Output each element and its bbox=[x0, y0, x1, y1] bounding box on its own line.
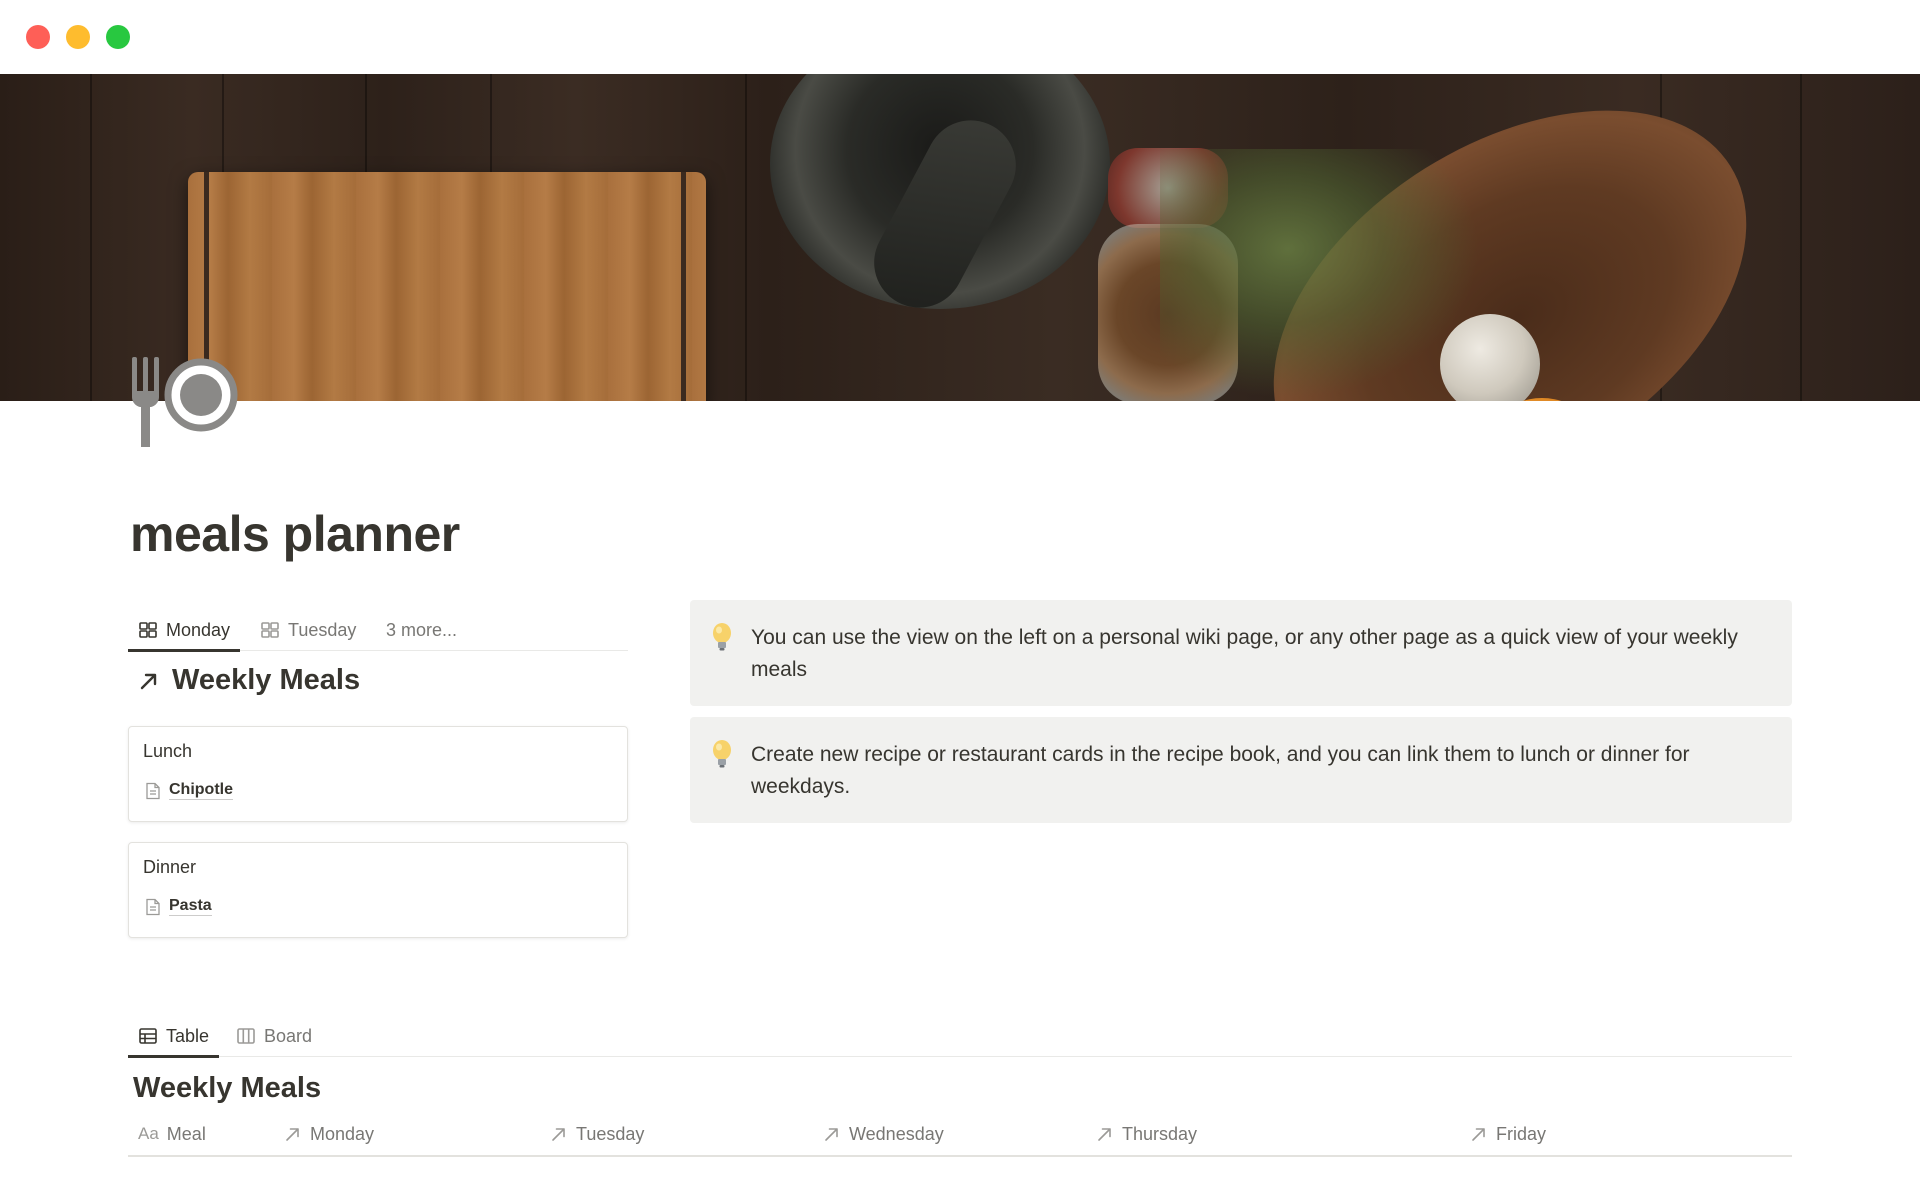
close-window-button[interactable] bbox=[26, 25, 50, 49]
linked-database-title-text: Weekly Meals bbox=[172, 664, 361, 696]
tab-more-views[interactable]: 3 more... bbox=[386, 609, 457, 651]
gallery-card-lunch[interactable]: Lunch Chipotle bbox=[128, 726, 628, 822]
cutting-board bbox=[188, 172, 706, 401]
callout-text: You can use the view on the left on a pe… bbox=[751, 626, 1738, 681]
lightbulb-icon bbox=[713, 740, 731, 768]
database-title[interactable]: Weekly Meals bbox=[133, 1072, 321, 1105]
column-header-wednesday[interactable]: Wednesday bbox=[823, 1114, 944, 1154]
tab-monday[interactable]: Monday bbox=[128, 609, 241, 652]
window-titlebar bbox=[0, 0, 1920, 74]
linked-view-tabs: Monday Tuesday 3 more... bbox=[128, 609, 628, 652]
tab-label: Board bbox=[264, 1025, 313, 1046]
lightbulb-icon bbox=[713, 623, 731, 651]
gallery-icon bbox=[139, 622, 157, 638]
fork-and-plate-icon[interactable] bbox=[128, 355, 240, 451]
column-header-label: Monday bbox=[310, 1123, 375, 1144]
card-title: Dinner bbox=[143, 857, 197, 877]
database-view-tabs: Table Board bbox=[128, 1015, 1792, 1058]
card-relation-link[interactable]: Chipotle bbox=[145, 781, 233, 800]
callout-text: Create new recipe or restaurant cards in… bbox=[751, 743, 1690, 798]
column-header-label: Wednesday bbox=[849, 1123, 944, 1144]
column-header-label: Tuesday bbox=[576, 1123, 645, 1144]
card-link-text: Chipotle bbox=[169, 781, 233, 800]
tab-table[interactable]: Table bbox=[128, 1015, 220, 1058]
minimize-window-button[interactable] bbox=[66, 25, 90, 49]
gallery-card-dinner[interactable]: Dinner Pasta bbox=[128, 842, 628, 938]
relation-arrow-icon bbox=[286, 1128, 299, 1141]
page-icon bbox=[146, 782, 160, 799]
page-icon bbox=[146, 898, 160, 915]
linked-database-title[interactable]: Weekly Meals bbox=[138, 664, 360, 697]
column-header-label: Thursday bbox=[1122, 1123, 1198, 1144]
card-relation-link[interactable]: Pasta bbox=[145, 897, 212, 916]
column-header-label: Meal bbox=[166, 1123, 206, 1144]
maximize-window-button[interactable] bbox=[106, 25, 130, 49]
tab-tuesday[interactable]: Tuesday bbox=[260, 609, 356, 651]
tab-label: Tuesday bbox=[288, 619, 357, 640]
column-header-thursday[interactable]: Thursday bbox=[1096, 1114, 1197, 1154]
page-title[interactable]: meals planner bbox=[130, 505, 460, 563]
table-icon bbox=[139, 1028, 157, 1044]
column-header-label: Friday bbox=[1496, 1123, 1547, 1144]
rosemary-sprig bbox=[1160, 149, 1480, 399]
gallery-icon bbox=[261, 622, 279, 638]
tab-board[interactable]: Board bbox=[236, 1015, 312, 1057]
relation-arrow-icon bbox=[552, 1128, 565, 1141]
column-header-meal[interactable]: Aa Meal bbox=[138, 1114, 206, 1154]
tab-label: Monday bbox=[166, 619, 231, 640]
cover-image[interactable] bbox=[0, 74, 1920, 401]
tab-label: 3 more... bbox=[386, 619, 458, 640]
column-header-monday[interactable]: Monday bbox=[284, 1114, 374, 1154]
column-header-friday[interactable]: Friday bbox=[1470, 1114, 1546, 1154]
card-title: Lunch bbox=[143, 741, 193, 761]
callout-block[interactable]: Create new recipe or restaurant cards in… bbox=[690, 717, 1792, 823]
callout-block[interactable]: You can use the view on the left on a pe… bbox=[690, 600, 1792, 706]
relation-arrow-icon bbox=[825, 1128, 838, 1141]
title-property-icon: Aa bbox=[138, 1124, 159, 1143]
tab-label: Table bbox=[166, 1025, 210, 1046]
relation-arrow-icon bbox=[140, 673, 157, 689]
relation-arrow-icon bbox=[1098, 1128, 1111, 1141]
relation-arrow-icon bbox=[1472, 1128, 1485, 1141]
board-icon bbox=[237, 1028, 255, 1044]
card-link-text: Pasta bbox=[169, 897, 212, 916]
column-header-tuesday[interactable]: Tuesday bbox=[550, 1114, 644, 1154]
table-header-row: Aa Meal Monday Tuesday Wednesday Thursda… bbox=[128, 1114, 1792, 1157]
